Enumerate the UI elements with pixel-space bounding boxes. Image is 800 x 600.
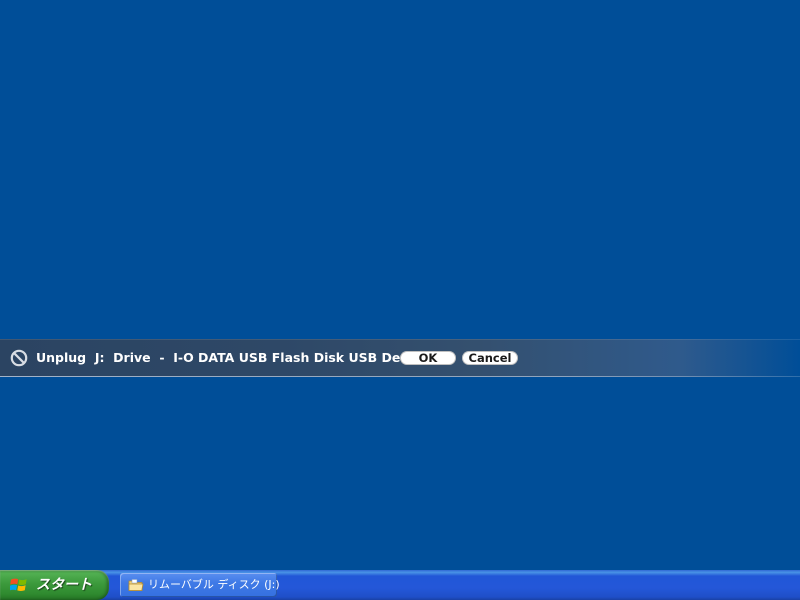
ok-button[interactable]: OK bbox=[400, 351, 456, 365]
no-entry-icon bbox=[10, 349, 28, 367]
windows-logo-icon bbox=[10, 578, 27, 592]
start-label: スタート bbox=[36, 577, 92, 593]
taskbar-item-removable-disk[interactable]: リムーバブル ディスク (J:) bbox=[120, 573, 280, 597]
cancel-button[interactable]: Cancel bbox=[462, 351, 518, 365]
taskbar-item-label: リムーバブル ディスク (J:) bbox=[148, 578, 280, 591]
unplug-message: Unplug J: Drive - I-O DATA USB Flash Dis… bbox=[36, 350, 429, 365]
unplug-notification-bar: Unplug J: Drive - I-O DATA USB Flash Dis… bbox=[0, 339, 800, 377]
folder-icon bbox=[128, 579, 144, 591]
start-button[interactable]: スタート bbox=[0, 570, 109, 600]
taskbar: スタート リムーバブル ディスク (J:) bbox=[0, 570, 800, 600]
desktop bbox=[0, 0, 800, 570]
